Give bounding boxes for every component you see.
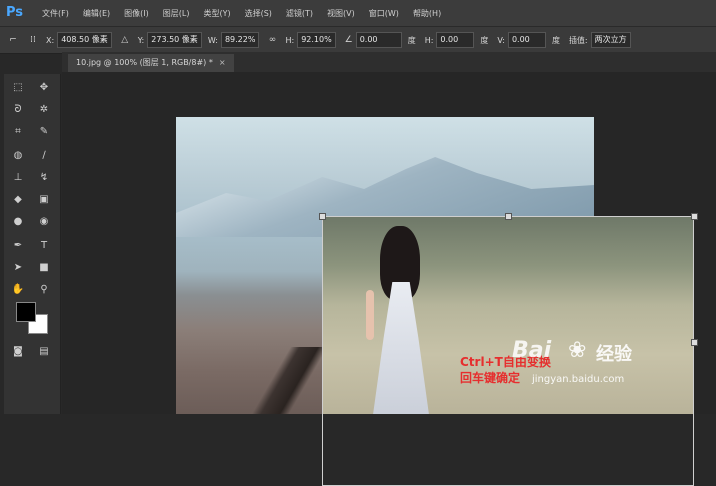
watermark-text: 经验 — [596, 344, 632, 365]
x-input[interactable]: 408.50 像素 — [57, 32, 112, 48]
menu-edit[interactable]: 编辑(E) — [83, 8, 110, 19]
blur-icon[interactable]: ● — [10, 214, 26, 230]
vskew-label: V: — [497, 35, 505, 45]
close-icon[interactable]: × — [219, 58, 226, 67]
app-logo: Ps — [6, 5, 24, 20]
gradient-icon[interactable]: ▣ — [36, 192, 52, 208]
paw-icon: ❀ — [568, 338, 587, 363]
zoom-icon[interactable]: ⚲ — [36, 282, 52, 298]
shape-icon[interactable]: ■ — [36, 260, 52, 276]
transform-handle-top-right[interactable] — [691, 213, 698, 220]
pen-icon[interactable]: ✒ — [10, 238, 26, 254]
move-icon[interactable]: ✥ — [36, 80, 52, 96]
magic-wand-icon[interactable]: ✲ — [36, 102, 52, 118]
options-bar: ⌐ ⁞⁞ X: 408.50 像素 △ Y: 273.50 像素 W: 89.2… — [0, 26, 716, 54]
type-icon[interactable]: T — [36, 238, 52, 254]
hand-icon[interactable]: ✋ — [10, 282, 26, 298]
menu-filter[interactable]: 滤镜(T) — [286, 8, 313, 19]
watermark-url: jingyan.baidu.com — [532, 374, 625, 385]
interpolation-select[interactable]: 两次立方 — [590, 32, 631, 48]
relative-position-icon[interactable]: △ — [118, 33, 132, 47]
baidu-watermark: Bai ❀ 经验 jingyan.baidu.com — [512, 338, 712, 400]
y-label: Y: — [137, 35, 145, 45]
quick-mask-icon[interactable]: ◙ — [10, 344, 26, 360]
stamp-icon[interactable]: ⊥ — [10, 170, 26, 186]
menu-window[interactable]: 窗口(W) — [369, 8, 399, 19]
history-brush-icon[interactable]: ↯ — [36, 170, 52, 186]
path-select-icon[interactable]: ➤ — [10, 260, 26, 276]
tools-panel: ⬚ ✥ ᘐ ✲ ⌗ ✎ ◍ ∕ ⊥ ↯ ◆ ▣ ● ◉ ✒ T ➤ ■ ✋ ⚲ … — [4, 74, 61, 414]
interpolation-label: 插值: — [568, 35, 588, 45]
vskew-unit: 度 — [551, 35, 560, 45]
document-tab-bar: 10.jpg @ 100% (图层 1, RGB/8#) * × — [62, 52, 716, 72]
h-input[interactable]: 92.10% — [297, 32, 336, 48]
menu-type[interactable]: 类型(Y) — [203, 8, 230, 19]
menu-view[interactable]: 视图(V) — [327, 8, 355, 19]
menu-layer[interactable]: 图层(L) — [163, 8, 190, 19]
w-label: W: — [207, 35, 218, 45]
heal-icon[interactable]: ◍ — [10, 148, 26, 164]
crop-icon[interactable]: ⌗ — [10, 124, 26, 140]
hskew-unit: 度 — [480, 35, 489, 45]
w-input[interactable]: 89.22% — [220, 32, 260, 48]
y-input[interactable]: 273.50 像素 — [147, 32, 202, 48]
menu-file[interactable]: 文件(F) — [42, 8, 69, 19]
dodge-icon[interactable]: ◉ — [36, 214, 52, 230]
transform-handle-top-left[interactable] — [319, 213, 326, 220]
menu-help[interactable]: 帮助(H) — [413, 8, 441, 19]
marquee-icon[interactable]: ⬚ — [10, 80, 26, 96]
tool-preset-icon[interactable]: ⌐ — [6, 33, 20, 47]
document-tab[interactable]: 10.jpg @ 100% (图层 1, RGB/8#) * × — [68, 54, 234, 72]
document-tab-title: 10.jpg @ 100% (图层 1, RGB/8#) * — [76, 58, 213, 67]
link-icon[interactable]: ∞ — [265, 33, 279, 47]
hskew-label: H: — [424, 35, 434, 45]
menu-select[interactable]: 选择(S) — [245, 8, 272, 19]
angle-unit: 度 — [407, 35, 416, 45]
brush-icon[interactable]: ∕ — [36, 148, 52, 164]
foreground-color-swatch[interactable] — [16, 302, 36, 322]
screen-mode-icon[interactable]: ▤ — [36, 344, 52, 360]
hskew-input[interactable]: 0.00 — [436, 32, 475, 48]
h-label: H: — [285, 35, 295, 45]
reference-point-icon[interactable]: ⁞⁞ — [26, 33, 40, 47]
menu-bar: Ps 文件(F) 编辑(E) 图像(I) 图层(L) 类型(Y) 选择(S) 滤… — [0, 0, 716, 26]
x-label: X: — [46, 35, 55, 45]
angle-icon: ∠ — [344, 35, 353, 45]
eyedropper-icon[interactable]: ✎ — [36, 124, 52, 140]
transform-handle-top-middle[interactable] — [505, 213, 512, 220]
lasso-icon[interactable]: ᘐ — [10, 102, 26, 118]
menu-image[interactable]: 图像(I) — [124, 8, 149, 19]
watermark-logo: Bai — [512, 338, 552, 363]
angle-input[interactable]: 0.00 — [355, 32, 402, 48]
vskew-input[interactable]: 0.00 — [507, 32, 546, 48]
eraser-icon[interactable]: ◆ — [10, 192, 26, 208]
